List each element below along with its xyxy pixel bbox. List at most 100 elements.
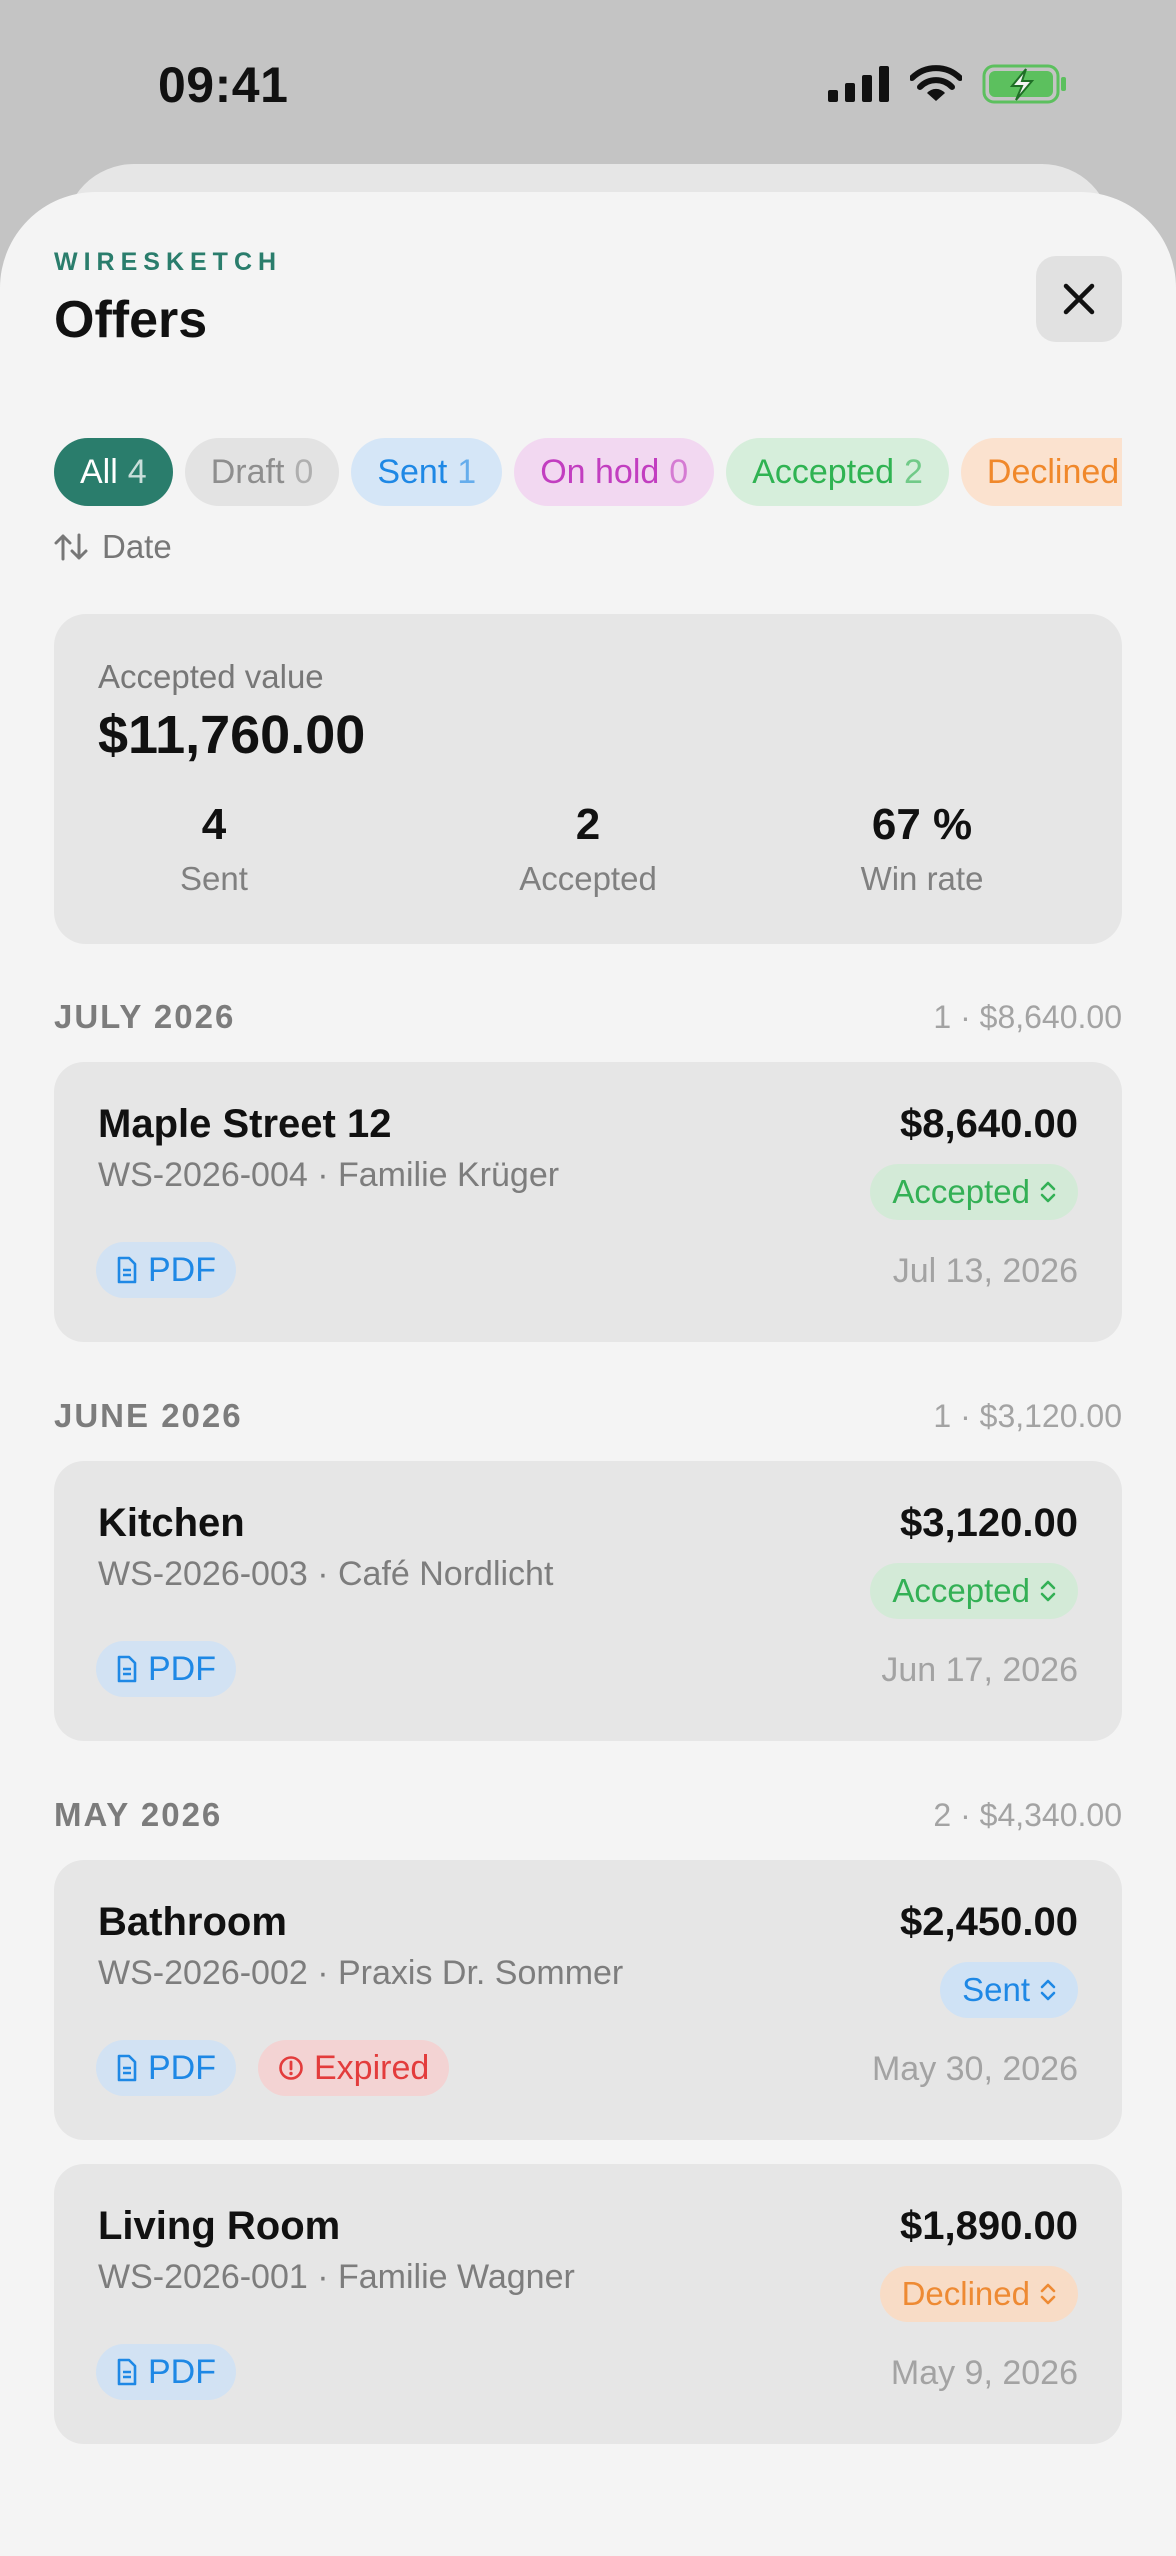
summary-card: Accepted value $11,760.00 4 Sent 2 Accep…	[54, 614, 1122, 944]
filter-chip-on-hold[interactable]: On hold 0	[514, 438, 715, 506]
close-button[interactable]	[1036, 256, 1122, 342]
filter-chip-draft[interactable]: Draft 0	[184, 438, 340, 506]
offer-date: May 30, 2026	[871, 2050, 1078, 2088]
status-label: Sent	[962, 1971, 1030, 2008]
offer-subtitle: WS-2026-003 · Café Nordlicht	[98, 1555, 554, 1593]
filter-chip-count: 4	[127, 452, 147, 491]
summary-value: $11,760.00	[98, 705, 366, 765]
status-label: Accepted	[892, 1572, 1030, 1609]
status-icons	[828, 64, 1068, 104]
stat-number: 67 %	[871, 800, 973, 849]
filter-chip-label: Accepted	[752, 452, 894, 491]
pdf-button[interactable]: PDF	[96, 2344, 236, 2400]
chevron-up-down-icon	[1040, 2283, 1056, 2305]
filter-chip-all[interactable]: All 4	[54, 438, 173, 506]
filter-chip-count: 1	[457, 452, 477, 491]
document-icon	[117, 1256, 137, 1284]
sort-label: Date	[102, 528, 172, 565]
filter-chip-label: Declined	[986, 452, 1120, 491]
section-title: MAY 2026	[54, 1796, 223, 1833]
stat-accepted: 2 Accepted	[458, 800, 718, 898]
filter-chip-label: Sent	[377, 452, 448, 491]
offer-date: Jun 17, 2026	[881, 1651, 1078, 1689]
offer-subtitle: WS-2026-004 · Familie Krüger	[98, 1156, 560, 1194]
filter-chip-declined[interactable]: Declined1	[960, 438, 1122, 506]
filter-chips: All 4 Draft 0 Sent 1 On hold 0 Accepted 2 Dec…	[54, 438, 1122, 510]
pdf-button[interactable]: PDF	[96, 2040, 236, 2096]
cellular-signal-icon	[828, 66, 889, 102]
close-icon	[1063, 283, 1095, 315]
offer-title: Maple Street 12	[98, 1102, 392, 1146]
status-picker[interactable]: Accepted	[870, 1164, 1078, 1220]
expired-label: Expired	[314, 2048, 430, 2087]
filter-chip-count: 0	[294, 452, 314, 491]
pdf-button[interactable]: PDF	[96, 1641, 236, 1697]
offer-subtitle: WS-2026-001 · Familie Wagner	[98, 2258, 575, 2296]
pdf-label: PDF	[148, 2352, 216, 2391]
chevron-up-down-icon	[1040, 1580, 1056, 1602]
section-title: JUNE 2026	[54, 1397, 243, 1434]
status-time: 09:41	[158, 57, 289, 113]
offer-date: Jul 13, 2026	[892, 1252, 1078, 1290]
section-meta: 1 · $3,120.00	[933, 1397, 1122, 1434]
stat-number: 4	[201, 800, 227, 849]
filter-chip-accepted[interactable]: Accepted 2	[726, 438, 949, 506]
brand-label: WIRESKETCH	[54, 248, 283, 276]
offer-card-kitchen[interactable]: Kitchen WS-2026-003 · Café Nordlicht $3,…	[54, 1461, 1122, 1741]
offer-card-bathroom[interactable]: Bathroom WS-2026-002 · Praxis Dr. Sommer…	[54, 1860, 1122, 2140]
document-icon	[117, 2054, 137, 2082]
pdf-button[interactable]: PDF	[96, 1242, 236, 1298]
offer-title: Living Room	[98, 2204, 341, 2248]
offer-tags: PDF	[96, 1641, 236, 1697]
offer-subtitle: WS-2026-002 · Praxis Dr. Sommer	[98, 1954, 624, 1992]
alert-circle-icon	[279, 2056, 303, 2080]
sort-button[interactable]: Date	[54, 528, 172, 566]
document-icon	[117, 2358, 137, 2386]
sort-arrows-icon	[54, 533, 88, 561]
pdf-label: PDF	[148, 2048, 216, 2087]
section-meta: 2 · $4,340.00	[933, 1796, 1122, 1833]
stat-label: Win rate	[860, 860, 984, 897]
status-bar: 09:41	[0, 0, 1176, 170]
offers-sheet: WIRESKETCH Offers All 4 Draft 0 Sent 1 On h…	[0, 192, 1176, 2556]
stat-label: Sent	[180, 860, 248, 897]
offer-tags: PDF Expired	[96, 2040, 450, 2096]
battery-charging-icon	[982, 64, 1066, 104]
status-picker[interactable]: Declined	[879, 2266, 1078, 2322]
filter-chip-sent[interactable]: Sent 1	[351, 438, 503, 506]
offer-amount: $8,640.00	[900, 1102, 1078, 1146]
status-picker[interactable]: Accepted	[870, 1563, 1078, 1619]
offer-date: May 9, 2026	[890, 2354, 1078, 2392]
document-icon	[117, 1655, 137, 1683]
filter-chip-label: Draft	[210, 452, 285, 491]
offer-card-living-room[interactable]: Living Room WS-2026-001 · Familie Wagner…	[54, 2164, 1122, 2444]
offer-amount: $2,450.00	[900, 1900, 1078, 1944]
offer-amount: $1,890.00	[900, 2204, 1078, 2248]
expired-badge: Expired	[258, 2040, 450, 2096]
stat-number: 2	[575, 800, 601, 849]
offer-title: Bathroom	[98, 1900, 287, 1944]
offer-tags: PDF	[96, 1242, 236, 1298]
filter-chip-count: 2	[903, 452, 923, 491]
filter-chip-count: 0	[669, 452, 689, 491]
filter-chip-label: On hold	[540, 452, 660, 491]
section-header-july-2026: JULY 2026 1 · $8,640.00	[54, 998, 1122, 1036]
chevron-up-down-icon	[1040, 1181, 1056, 1203]
offer-card-maple-street[interactable]: Maple Street 12 WS-2026-004 · Familie Kr…	[54, 1062, 1122, 1342]
status-label: Accepted	[892, 1173, 1030, 1210]
stat-win-rate: 67 % Win rate	[792, 800, 1052, 898]
page-title: Offers	[54, 291, 208, 349]
wifi-icon	[910, 65, 962, 101]
section-meta: 1 · $8,640.00	[933, 998, 1122, 1035]
status-picker[interactable]: Sent	[940, 1962, 1078, 2018]
stat-sent: 4 Sent	[84, 800, 344, 898]
section-header-may-2026: MAY 2026 2 · $4,340.00	[54, 1796, 1122, 1834]
status-label: Declined	[901, 2275, 1030, 2312]
section-header-june-2026: JUNE 2026 1 · $3,120.00	[54, 1397, 1122, 1435]
pdf-label: PDF	[148, 1250, 216, 1289]
summary-label: Accepted value	[98, 658, 324, 695]
stat-label: Accepted	[519, 860, 657, 897]
section-title: JULY 2026	[54, 998, 236, 1035]
offer-amount: $3,120.00	[900, 1501, 1078, 1545]
offer-title: Kitchen	[98, 1501, 245, 1545]
